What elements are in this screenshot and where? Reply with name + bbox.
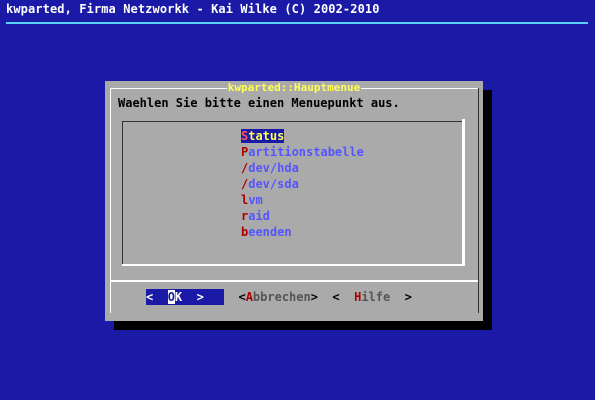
menu-item-beenden[interactable]: beenden	[241, 224, 364, 240]
menu-box-border-top	[122, 121, 463, 122]
menu-item-status[interactable]: Status	[241, 128, 364, 144]
menu-item-label: vm	[248, 193, 263, 207]
dialog-title-bar: kwparted::Hauptmenue	[105, 81, 483, 95]
menu-item-label: dev/sda	[248, 177, 299, 191]
menu-item-label: artitionstabelle	[248, 145, 364, 159]
menu-list-box: Status Partitionstabelle /dev/hda /dev/s…	[122, 119, 465, 266]
menu-item-lvm[interactable]: lvm	[241, 192, 364, 208]
help-button-left-bracket: <	[332, 290, 355, 304]
ok-button-hotkey: O	[167, 290, 175, 304]
menu-box-border-right	[462, 119, 465, 266]
menu-item-label: aid	[248, 209, 270, 223]
menu-item-partitionstabelle[interactable]: Partitionstabelle	[241, 144, 364, 160]
dialog-frame-right	[478, 88, 479, 313]
menu-item-dev-hda[interactable]: /dev/hda	[241, 160, 364, 176]
menu-item-label: tatus	[248, 129, 285, 143]
dialog-title: kwparted::Hauptmenue	[226, 81, 362, 94]
help-button[interactable]: < Hilfe >	[332, 289, 412, 305]
menu-box-border-left	[122, 121, 123, 265]
dialog-prompt: Waehlen Sie bitte einen Menuepunkt aus.	[118, 96, 400, 110]
button-bar: < OK > <Abbrechen> < Hilfe >	[146, 289, 412, 305]
main-menu-dialog: kwparted::Hauptmenue Waehlen Sie bitte e…	[105, 81, 483, 321]
menu-item-raid[interactable]: raid	[241, 208, 364, 224]
cancel-button-label: bbrechen	[252, 290, 311, 304]
cancel-button-left-bracket: <	[238, 290, 246, 304]
cancel-button-hotkey: A	[245, 290, 253, 304]
help-button-label: ilfe	[361, 290, 391, 304]
menu-item-dev-sda[interactable]: /dev/sda	[241, 176, 364, 192]
cancel-button[interactable]: <Abbrechen>	[238, 289, 318, 305]
ok-button-left-bracket: <	[146, 290, 168, 304]
back-title: kwparted, Firma Netzworkk - Kai Wilke (C…	[6, 2, 380, 16]
button-separator	[110, 280, 478, 282]
ok-button[interactable]: < OK >	[146, 289, 224, 305]
ok-button-right-bracket: >	[182, 290, 204, 304]
back-title-underline	[6, 22, 588, 24]
menu-list: Status Partitionstabelle /dev/hda /dev/s…	[241, 128, 364, 240]
menu-item-label: eenden	[248, 225, 292, 239]
help-button-right-bracket: >	[390, 290, 412, 304]
menu-box-border-bottom	[122, 264, 463, 266]
menu-item-label: dev/hda	[248, 161, 299, 175]
cancel-button-right-bracket: >	[310, 290, 318, 304]
